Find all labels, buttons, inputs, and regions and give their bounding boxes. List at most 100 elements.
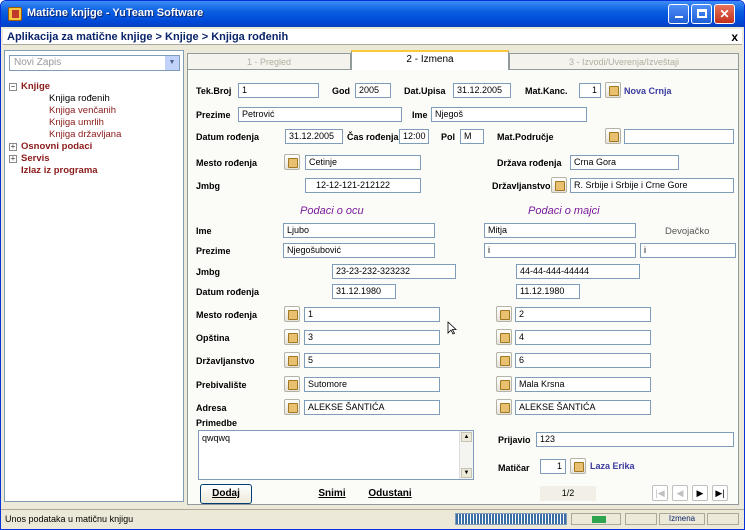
odustani-button[interactable]: Odustani — [362, 484, 418, 504]
otac-opstina-label: Opština — [196, 333, 230, 343]
last-record-button[interactable]: ▶| — [712, 485, 728, 501]
otac-datum-label: Datum rođenja — [196, 287, 260, 297]
minimize-button[interactable] — [668, 4, 689, 24]
majka-drzavljanstvo-field[interactable]: 6 — [515, 353, 651, 368]
mestorodj-field[interactable]: Cetinje — [305, 155, 421, 170]
otac-mesto-field[interactable]: 1 — [304, 307, 440, 322]
matkanc-lookup-button[interactable] — [605, 82, 621, 98]
tree-item-knjiga-drzavljana[interactable]: Knjiga državljana — [9, 129, 179, 141]
dodaj-button[interactable]: Dodaj — [200, 484, 252, 504]
tree-item-knjige[interactable]: − Knjige — [9, 81, 179, 93]
otac-datum-field[interactable]: 31.12.1980 — [332, 284, 396, 299]
first-record-button[interactable]: |◀ — [652, 485, 668, 501]
jmbg-field[interactable]: 12-12-121-212122 — [305, 178, 421, 193]
otac-mesto-lookup-button[interactable] — [284, 306, 300, 322]
ime-label: Ime — [412, 110, 428, 120]
maticar-lookup-button[interactable] — [570, 458, 586, 474]
majka-prezime-field[interactable]: i — [484, 243, 636, 258]
tree-item-knjiga-umrlih[interactable]: Knjiga umrlih — [9, 117, 179, 129]
collapse-icon[interactable]: − — [9, 83, 17, 91]
majka-adresa-lookup-button[interactable] — [496, 399, 512, 415]
maticar-name: Laza Erika — [590, 461, 635, 471]
god-field[interactable]: 2005 — [355, 83, 391, 98]
prezime-label: Prezime — [196, 110, 231, 120]
next-record-button[interactable]: ▶ — [692, 485, 708, 501]
mestorodj-label: Mesto rođenja — [196, 158, 258, 168]
otac-prebivaliste-lookup-button[interactable] — [284, 376, 300, 392]
status-cell — [625, 513, 657, 525]
majka-opstina-field[interactable]: 4 — [515, 330, 651, 345]
datumrodj-field[interactable]: 31.12.2005 — [285, 129, 343, 144]
otac-adresa-field[interactable]: ALEKSE ŠANTIĆA — [304, 400, 440, 415]
datupisa-field[interactable]: 31.12.2005 — [453, 83, 511, 98]
expand-icon[interactable]: + — [9, 143, 17, 151]
pol-field[interactable]: M — [460, 129, 484, 144]
majka-ime-field[interactable]: Mitja — [484, 223, 636, 238]
prezime-field[interactable]: Petrović — [238, 107, 402, 122]
drzavljanstvo-lookup-button[interactable] — [551, 177, 567, 193]
maximize-button[interactable] — [691, 4, 712, 24]
tree-item-knjiga-rodjenih[interactable]: Knjiga rođenih — [9, 93, 179, 105]
prijavio-label: Prijavio — [498, 435, 531, 445]
scroll-up-icon[interactable]: ▲ — [461, 432, 472, 442]
status-indicator — [571, 513, 621, 525]
ime-field[interactable]: Njegoš — [431, 107, 587, 122]
majka-mesto-field[interactable]: 2 — [515, 307, 651, 322]
chevron-down-icon[interactable]: ▼ — [165, 56, 179, 70]
datumrodj-label: Datum rođenja — [196, 132, 260, 142]
tab-izvodi[interactable]: 3 - Izvodi/Uverenja/Izveštaji — [509, 53, 739, 70]
otac-jmbg-field[interactable]: 23-23-232-323232 — [332, 264, 456, 279]
record-combo[interactable]: Novi Zapis ▼ — [9, 55, 180, 71]
otac-opstina-lookup-button[interactable] — [284, 329, 300, 345]
otac-prebivaliste-field[interactable]: Sutomore — [304, 377, 440, 392]
otac-drzavljanstvo-field[interactable]: 5 — [304, 353, 440, 368]
tree-item-knjiga-vencanih[interactable]: Knjiga venčanih — [9, 105, 179, 117]
tree-item-servis[interactable]: + Servis — [9, 153, 179, 165]
tekbroj-field[interactable]: 1 — [238, 83, 319, 98]
prev-record-button[interactable]: ◀ — [672, 485, 688, 501]
drzavarodj-field[interactable]: Crna Gora — [570, 155, 679, 170]
casrodj-field[interactable]: 12:00 — [399, 129, 429, 144]
maticar-field[interactable]: 1 — [540, 459, 566, 474]
otac-adresa-lookup-button[interactable] — [284, 399, 300, 415]
god-label: God — [332, 86, 350, 96]
scroll-down-icon[interactable]: ▼ — [461, 468, 472, 478]
mestorodj-lookup-button[interactable] — [284, 154, 300, 170]
title-bar[interactable]: Matične knjige - YuTeam Software ✕ — [1, 1, 744, 27]
majka-mesto-lookup-button[interactable] — [496, 306, 512, 322]
otac-ime-field[interactable]: Ljubo — [283, 223, 435, 238]
majka-adresa-field[interactable]: ALEKSE ŠANTIĆA — [515, 400, 651, 415]
tree-item-izlaz[interactable]: Izlaz iz programa — [9, 165, 179, 177]
tekbroj-label: Tek.Broj — [196, 86, 232, 96]
majka-section-title: Podaci o majci — [528, 205, 600, 217]
close-button[interactable]: ✕ — [714, 4, 735, 24]
mouse-cursor-icon — [447, 321, 457, 335]
majka-jmbg-field[interactable]: 44-44-444-44444 — [516, 264, 640, 279]
tree-item-osnovni-podaci[interactable]: + Osnovni podaci — [9, 141, 179, 153]
majka-datum-field[interactable]: 11.12.1980 — [516, 284, 580, 299]
prijavio-field[interactable]: 123 — [536, 432, 734, 447]
tab-pregled[interactable]: 1 - Pregled — [187, 53, 351, 70]
majka-opstina-lookup-button[interactable] — [496, 329, 512, 345]
otac-drzavljanstvo-label: Državljanstvo — [196, 356, 255, 366]
tab-izmena[interactable]: 2 - Izmena — [351, 50, 509, 70]
navigation-tree: − Knjige Knjiga rođenih Knjiga venčanih K… — [9, 81, 179, 177]
datupisa-label: Dat.Upisa — [404, 86, 446, 96]
status-mode: Izmena — [659, 513, 705, 525]
otac-drzavljanstvo-lookup-button[interactable] — [284, 352, 300, 368]
otac-prezime-field[interactable]: Njegošubović — [283, 243, 435, 258]
majka-prebivaliste-field[interactable]: Mala Krsna — [515, 377, 651, 392]
drzavljanstvo-field[interactable]: R. Srbije i Srbije i Crne Gore — [570, 178, 734, 193]
matkanc-field[interactable]: 1 — [579, 83, 601, 98]
matpodr-lookup-button[interactable] — [605, 128, 621, 144]
snimi-button[interactable]: Snimi — [306, 484, 358, 504]
primedbe-scrollbar[interactable]: ▲ ▼ — [459, 431, 473, 479]
expand-icon[interactable]: + — [9, 155, 17, 163]
matpodr-field[interactable] — [624, 129, 734, 144]
majka-prebivaliste-lookup-button[interactable] — [496, 376, 512, 392]
close-page-button[interactable]: x — [731, 30, 738, 44]
primedbe-textarea[interactable]: qwqwq ▲ ▼ — [198, 430, 474, 480]
majka-drzavljanstvo-lookup-button[interactable] — [496, 352, 512, 368]
majka-devojacko-field[interactable]: i — [640, 243, 736, 258]
otac-opstina-field[interactable]: 3 — [304, 330, 440, 345]
